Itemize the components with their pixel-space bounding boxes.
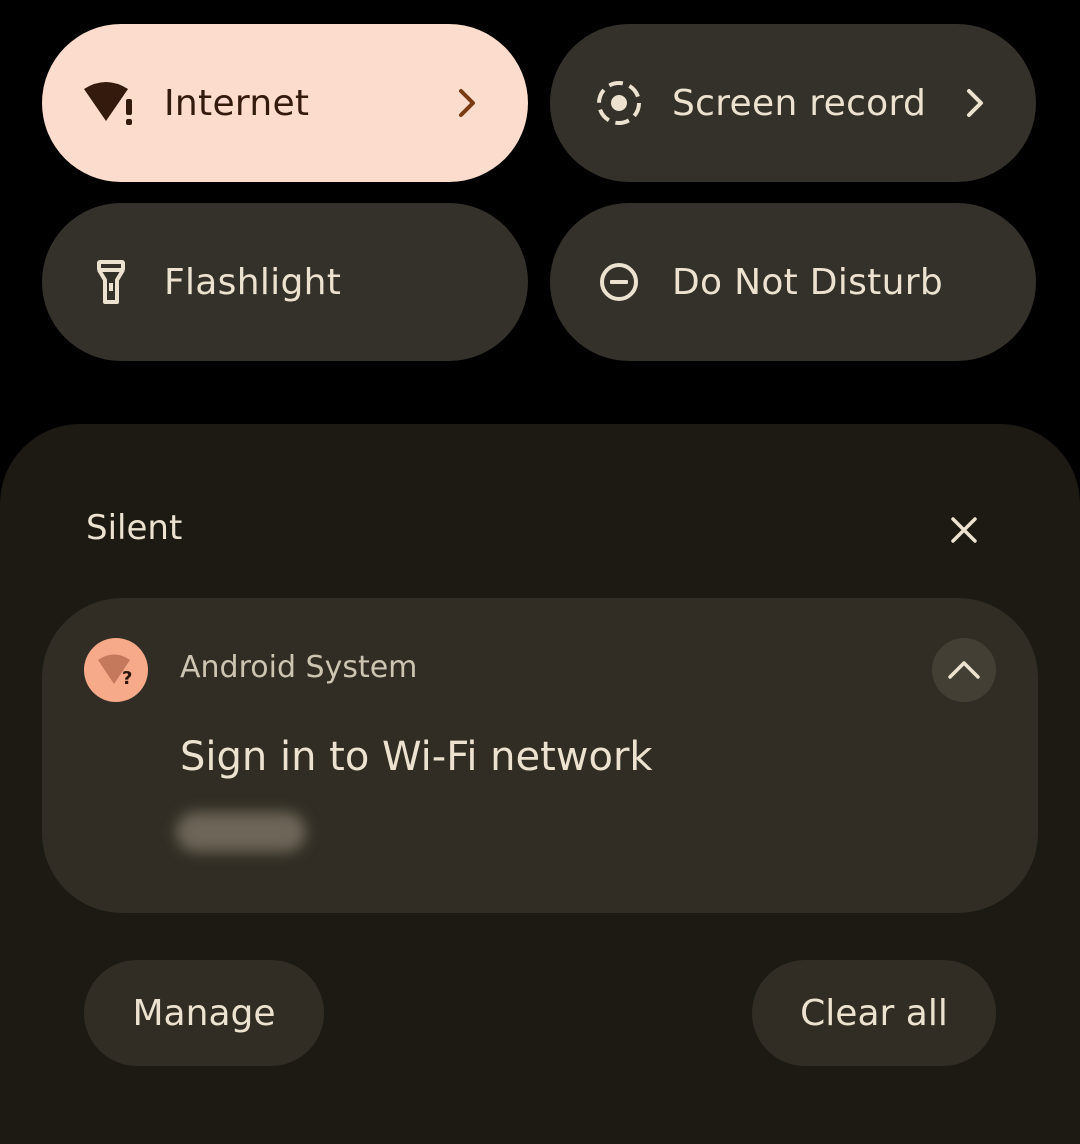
notification-app-name: Android System xyxy=(180,650,418,685)
flashlight-icon xyxy=(82,253,140,311)
screen-record-icon xyxy=(590,74,648,132)
chevron-right-icon xyxy=(956,83,996,123)
manage-button[interactable]: Manage xyxy=(84,960,324,1066)
notification-card[interactable]: ? Android System Sign in to Wi-Fi networ… xyxy=(42,598,1038,913)
close-icon[interactable] xyxy=(936,502,992,558)
manage-button-label: Manage xyxy=(132,992,276,1034)
screen-record-tile[interactable]: Screen record xyxy=(550,24,1036,182)
notification-title: Sign in to Wi-Fi network xyxy=(180,734,653,780)
do-not-disturb-label: Do Not Disturb xyxy=(672,261,943,303)
internet-label: Internet xyxy=(164,82,310,124)
flashlight-tile[interactable]: Flashlight xyxy=(42,203,528,361)
clear-all-button[interactable]: Clear all xyxy=(752,960,996,1066)
do-not-disturb-icon xyxy=(590,253,648,311)
chevron-up-icon[interactable] xyxy=(932,638,996,702)
internet-tile[interactable]: Internet xyxy=(42,24,528,182)
svg-text:?: ? xyxy=(122,668,132,688)
flashlight-label: Flashlight xyxy=(164,261,342,303)
wifi-question-icon: ? xyxy=(84,638,148,702)
notification-section-title: Silent xyxy=(86,508,183,548)
chevron-right-icon xyxy=(448,83,488,123)
screen-record-label: Screen record xyxy=(672,82,927,124)
do-not-disturb-tile[interactable]: Do Not Disturb xyxy=(550,203,1036,361)
clear-all-button-label: Clear all xyxy=(800,992,948,1034)
notification-body-redacted xyxy=(176,812,306,852)
wifi-alert-icon xyxy=(82,74,140,132)
